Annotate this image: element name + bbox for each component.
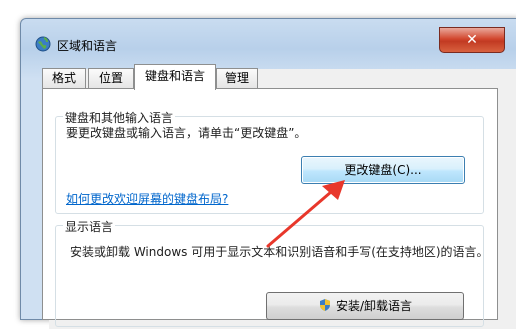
tab-keyboards-languages[interactable]: 键盘和语言 (134, 64, 216, 90)
tab-format[interactable]: 格式 (42, 68, 86, 88)
close-button[interactable]: ✕ (439, 27, 505, 53)
tab-administrative[interactable]: 管理 (216, 68, 258, 88)
close-icon: ✕ (466, 32, 478, 48)
change-keyboards-button[interactable]: 更改键盘(C)... (301, 156, 465, 184)
title-bar[interactable]: 区域和语言 ✕ (21, 19, 516, 65)
display-language-group-title: 显示语言 (63, 218, 116, 235)
welcome-screen-keyboard-link[interactable]: 如何更改欢迎屏幕的键盘布局? (66, 190, 228, 207)
keyboard-description: 要更改键盘或输入语言，请单击“更改键盘”。 (66, 126, 307, 140)
display-language-description: 安装或卸载 Windows 可用于显示文本和识别语音和手写(在支持地区)的语言。 (70, 245, 489, 259)
uac-shield-icon (318, 295, 332, 311)
install-uninstall-languages-button[interactable]: 安装/卸载语言 (266, 292, 464, 320)
tab-location[interactable]: 位置 (88, 68, 134, 88)
globe-icon (35, 36, 51, 52)
window-title: 区域和语言 (57, 39, 118, 53)
install-button-label: 安装/卸载语言 (335, 299, 413, 313)
